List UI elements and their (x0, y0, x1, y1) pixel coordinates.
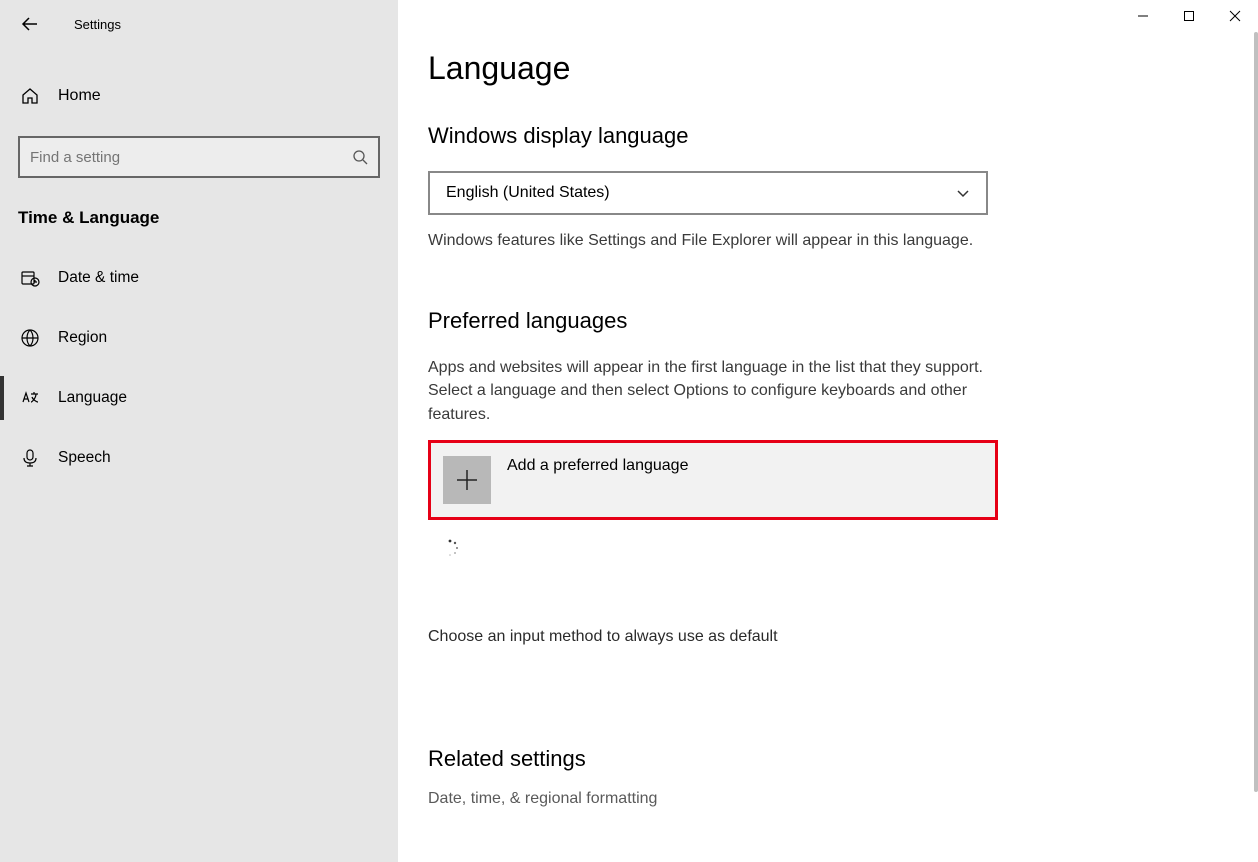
preferred-languages-heading: Preferred languages (428, 308, 1228, 334)
preferred-languages-desc: Apps and websites will appear in the fir… (428, 356, 988, 426)
scrollbar-thumb[interactable] (1254, 32, 1258, 792)
back-arrow-icon (21, 15, 39, 33)
nav-item-speech[interactable]: Speech (0, 428, 398, 488)
display-language-heading: Windows display language (428, 123, 1228, 149)
search-box[interactable] (18, 136, 380, 178)
calendar-clock-icon (20, 268, 40, 288)
page-title: Language (428, 50, 1228, 87)
chevron-down-icon (956, 186, 970, 200)
nav-label: Language (58, 389, 127, 407)
mic-icon (20, 448, 40, 468)
search-icon (352, 149, 368, 165)
related-item-date-time-regional[interactable]: Date, time, & regional formatting (428, 790, 1228, 808)
back-button[interactable] (18, 12, 42, 36)
add-preferred-language-label: Add a preferred language (507, 457, 688, 475)
input-method-default-link[interactable]: Choose an input method to always use as … (428, 628, 1228, 646)
nav-label: Date & time (58, 269, 139, 287)
window-controls (1120, 0, 1258, 32)
close-icon (1229, 10, 1241, 22)
nav-item-region[interactable]: Region (0, 308, 398, 368)
nav-label: Region (58, 329, 107, 347)
loading-spinner (440, 538, 460, 558)
spinner-icon (440, 538, 460, 558)
minimize-button[interactable] (1120, 0, 1166, 32)
scrollbar[interactable] (1252, 32, 1258, 862)
minimize-icon (1137, 10, 1149, 22)
maximize-icon (1183, 10, 1195, 22)
nav-home[interactable]: Home (0, 70, 398, 122)
home-icon (20, 86, 40, 106)
plus-icon (454, 467, 480, 493)
main-content: Language Windows display language Englis… (398, 0, 1258, 862)
related-settings-heading: Related settings (428, 746, 1228, 772)
titlebar: Settings (0, 6, 398, 42)
sidebar: Settings Home Time & Language Date & tim… (0, 0, 398, 862)
globe-icon (20, 328, 40, 348)
nav-item-language[interactable]: Language (0, 368, 398, 428)
display-language-dropdown[interactable]: English (United States) (428, 171, 988, 215)
home-label: Home (58, 87, 101, 105)
add-preferred-language-button[interactable]: Add a preferred language (428, 440, 998, 520)
display-language-selected: English (United States) (446, 184, 610, 202)
display-language-desc: Windows features like Settings and File … (428, 229, 988, 252)
close-button[interactable] (1212, 0, 1258, 32)
nav-label: Speech (58, 449, 111, 467)
maximize-button[interactable] (1166, 0, 1212, 32)
plus-box (443, 456, 491, 504)
nav-item-date-time[interactable]: Date & time (0, 248, 398, 308)
search-input[interactable] (30, 149, 352, 166)
app-title: Settings (74, 17, 121, 32)
language-icon (20, 388, 40, 408)
section-title: Time & Language (0, 200, 398, 248)
